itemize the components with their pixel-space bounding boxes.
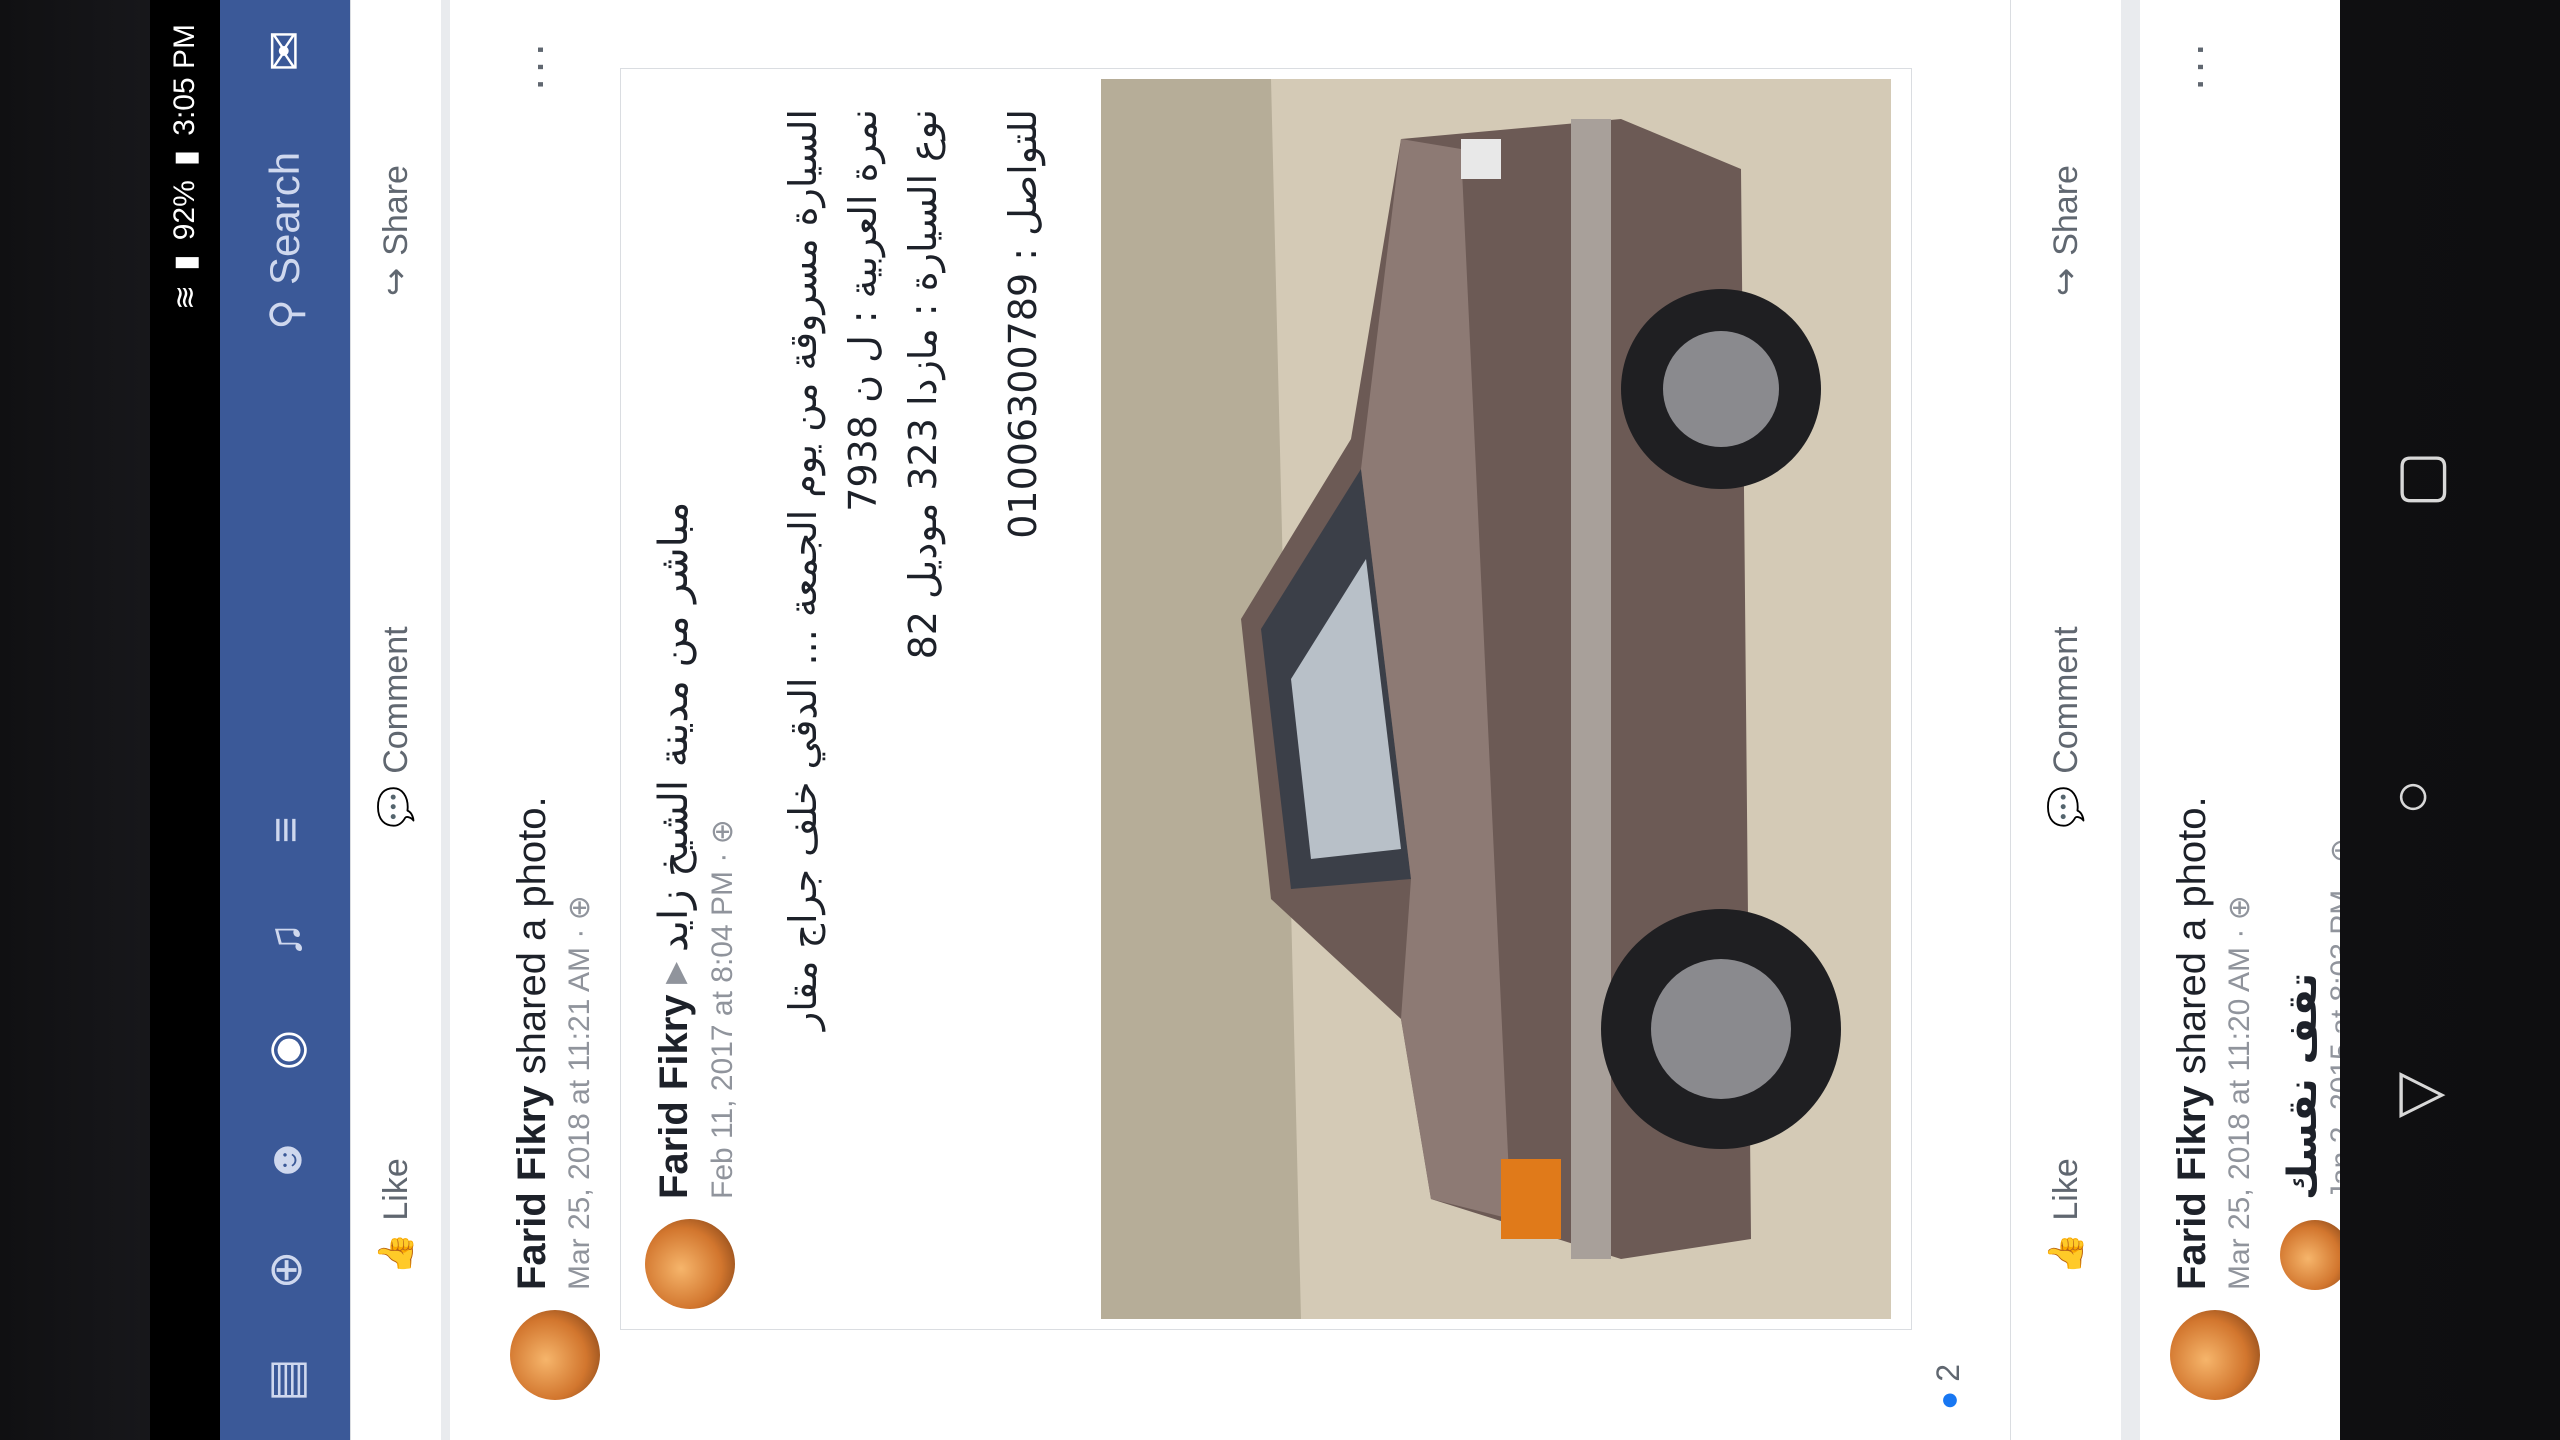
- post-header: Farid Fikry shared a photo.: [510, 796, 555, 1290]
- friends-icon[interactable]: ☻: [255, 1130, 315, 1190]
- notifications-bell-icon[interactable]: ♫: [255, 910, 315, 970]
- globe-icon: ⊕: [2325, 838, 2340, 863]
- avatar[interactable]: [2280, 1220, 2340, 1290]
- post-verb: shared a photo.: [510, 796, 554, 1075]
- post-card: Farid Fikry shared a photo. Mar 25, 2018…: [450, 0, 2010, 1440]
- shared-post: Farid Fikry ▸ مباشر من مدينة الشيخ زايد …: [620, 68, 1912, 1330]
- post-text-line: السيارة مسروقة من يوم الجمعة ... الدقي خ…: [781, 109, 825, 1031]
- post-card: Farid Fikry shared a photo. Mar 25, 2018…: [2140, 0, 2340, 1440]
- avatar[interactable]: [645, 1219, 735, 1309]
- globe-icon: ⊕: [2223, 895, 2256, 921]
- group-name[interactable]: مباشر من مدينة الشيخ زايد: [651, 502, 697, 953]
- post-timestamp[interactable]: Feb 11, 2017 at 8:04 PM · ⊕: [705, 819, 740, 1199]
- post-text-line: نوع السيارة : مازدا 323 موديل 82: [901, 109, 945, 660]
- avatar[interactable]: [2170, 1310, 2260, 1400]
- post-actions: 👍 Like 💬 Comment ↪ Share: [2010, 0, 2121, 1440]
- avatar[interactable]: [510, 1310, 600, 1400]
- post-timestamp[interactable]: Jan 2, 2015 at 8:03 PM · ⊕: [2324, 838, 2340, 1200]
- clock: 3:05 PM: [168, 24, 201, 136]
- author-name[interactable]: Farid Fikry: [510, 1085, 554, 1290]
- status-bar: ≋ ▮ 92% ▮ 3:05 PM: [150, 0, 220, 1440]
- post-timestamp[interactable]: Mar 25, 2018 at 11:21 AM · ⊕: [562, 895, 597, 1290]
- car-illustration: [1101, 79, 1891, 1319]
- post-text-line: للتواصل : 01006300789: [1001, 109, 1045, 539]
- share-icon: ↪: [377, 267, 415, 297]
- globe-icon: ⊕: [563, 895, 596, 921]
- news-feed-icon[interactable]: ▤: [255, 1350, 315, 1410]
- more-options-icon[interactable]: ···: [2170, 40, 2224, 92]
- arrow-right-icon: ▸: [652, 963, 696, 984]
- share-button[interactable]: ↪ Share: [376, 165, 416, 296]
- author-name[interactable]: تقف نقسك: [2280, 973, 2326, 1200]
- battery-level: 92%: [168, 180, 201, 241]
- search-icon: ⚲: [261, 298, 309, 330]
- thumbs-up-icon: 👍: [2047, 1232, 2085, 1275]
- like-button[interactable]: 👍 Like: [376, 1158, 416, 1275]
- comment-icon: 💬: [2047, 785, 2085, 829]
- battery-icon: ▮: [168, 149, 202, 167]
- back-button[interactable]: ▽: [2383, 1072, 2453, 1118]
- comment-button[interactable]: 💬 Comment: [2046, 626, 2086, 828]
- phone-screen: ≋ ▮ 92% ▮ 3:05 PM ▤ ⊕ ☻ ◉ ♫ ≡ ⚲ Search ✉…: [150, 0, 2340, 1440]
- post-text-line: نمرة العربية : ل ن 7938: [841, 109, 885, 512]
- globe-icon: ⊕: [706, 819, 739, 845]
- search-field[interactable]: ⚲ Search: [261, 152, 310, 330]
- facebook-top-bar: ▤ ⊕ ☻ ◉ ♫ ≡ ⚲ Search ✉: [220, 0, 350, 1440]
- post-header: Farid Fikry shared a photo.: [2170, 796, 2215, 1290]
- post-timestamp[interactable]: Mar 25, 2018 at 11:20 AM · ⊕: [2222, 895, 2257, 1290]
- author-name[interactable]: Farid Fikry: [2170, 1085, 2214, 1290]
- previous-post-actions: 👍 Like 💬 Comment ↪ Share: [350, 0, 441, 1440]
- author-name[interactable]: Farid Fikry: [652, 994, 696, 1199]
- like-button[interactable]: 👍 Like: [2046, 1158, 2086, 1275]
- messenger-icon[interactable]: ✉: [256, 30, 314, 72]
- sim-icon: ▮: [168, 254, 202, 271]
- globe-icon[interactable]: ⊕: [255, 1240, 315, 1300]
- thumbs-up-icon: 👍: [377, 1232, 415, 1275]
- car-photo[interactable]: [1101, 79, 1891, 1319]
- like-reaction-icon: ●: [1930, 1390, 1966, 1410]
- profile-icon[interactable]: ◉: [255, 1020, 315, 1080]
- home-button[interactable]: ○: [2395, 760, 2431, 829]
- comment-button[interactable]: 💬 Comment: [376, 626, 416, 828]
- search-placeholder: Search: [261, 151, 308, 285]
- post-verb: shared a photo.: [2170, 796, 2214, 1075]
- comment-icon: 💬: [377, 785, 415, 829]
- menu-icon[interactable]: ≡: [255, 800, 315, 860]
- share-button[interactable]: ↪ Share: [2046, 165, 2086, 296]
- share-icon: ↪: [2047, 267, 2085, 297]
- more-options-icon[interactable]: ···: [510, 40, 564, 92]
- shared-post-header: Farid Fikry ▸ مباشر من مدينة الشيخ زايد: [651, 99, 697, 1199]
- wifi-icon: ≋: [168, 284, 202, 310]
- reaction-count[interactable]: ● 2: [1930, 1364, 1967, 1410]
- recent-apps-button[interactable]: ▢: [2395, 440, 2452, 510]
